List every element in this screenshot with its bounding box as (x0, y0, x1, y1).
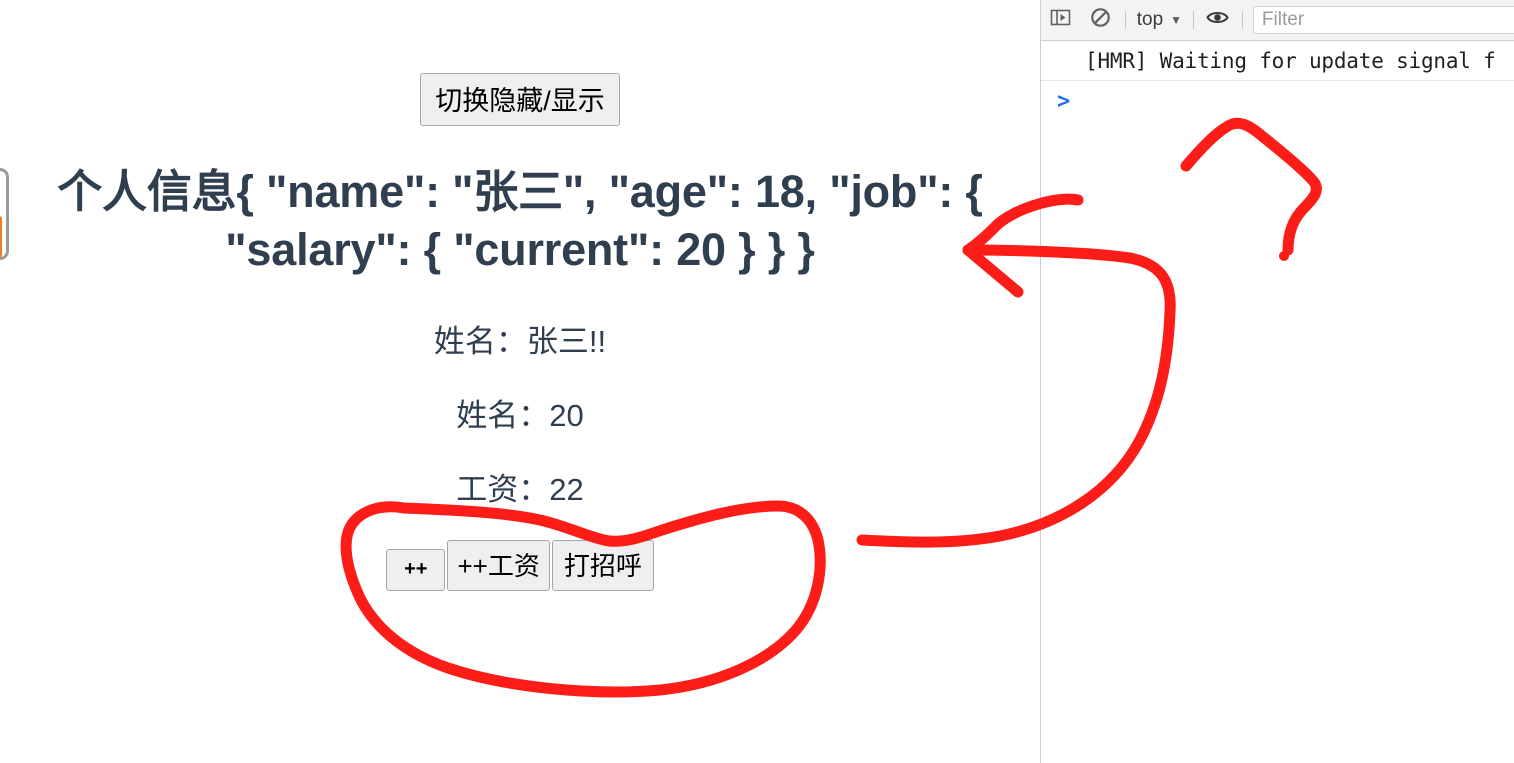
console-prompt-icon: > (1057, 89, 1071, 114)
console-message-row[interactable]: [HMR] Waiting for update signal f (1041, 41, 1514, 81)
toolbar-divider-1 (1124, 11, 1126, 29)
console-sidebar-toggle-button[interactable] (1041, 0, 1081, 40)
console-toolbar: top ▼ (1041, 0, 1514, 41)
salary-line: 工资：22 (456, 472, 584, 507)
hmr-message-text: [HMR] Waiting for update signal f (1085, 48, 1496, 73)
console-context-selector[interactable]: top ▼ (1130, 8, 1189, 32)
increment-button[interactable]: ++ (386, 549, 446, 591)
toggle-button-row: 切换隐藏/显示 (0, 73, 1040, 126)
live-expression-button[interactable] (1198, 0, 1238, 40)
devtools-console-panel: top ▼ [HMR] Waiting for update signal f (1040, 0, 1514, 763)
eye-icon (1205, 5, 1230, 35)
action-button-group: ++ ++工资 打招呼 (0, 540, 1040, 591)
toggle-visibility-button[interactable]: 切换隐藏/显示 (420, 73, 620, 126)
clear-console-icon (1089, 6, 1112, 34)
name-line: 姓名：张三!! (433, 324, 607, 359)
browser-page-content: 切换隐藏/显示 个人信息{ "name": "张三", "age": 18, "… (0, 0, 1040, 763)
chevron-down-icon: ▼ (1170, 13, 1183, 27)
toolbar-divider-2 (1193, 11, 1195, 29)
console-message-list: [HMR] Waiting for update signal f > (1041, 41, 1514, 763)
console-input-row[interactable]: > (1041, 81, 1514, 123)
console-filter-input[interactable] (1252, 6, 1514, 34)
increment-salary-button[interactable]: ++工资 (447, 540, 550, 591)
age-line: 姓名：20 (456, 398, 584, 433)
console-sidebar-icon (1049, 6, 1072, 34)
page-title: 个人信息{ "name": "张三", "age": 18, "job": { … (57, 166, 996, 275)
console-context-label: top (1136, 9, 1164, 30)
greet-button[interactable]: 打招呼 (551, 540, 654, 591)
screen-root: 切换隐藏/显示 个人信息{ "name": "张三", "age": 18, "… (0, 0, 1514, 763)
toolbar-divider-3 (1241, 11, 1243, 29)
clear-console-button[interactable] (1081, 0, 1121, 40)
